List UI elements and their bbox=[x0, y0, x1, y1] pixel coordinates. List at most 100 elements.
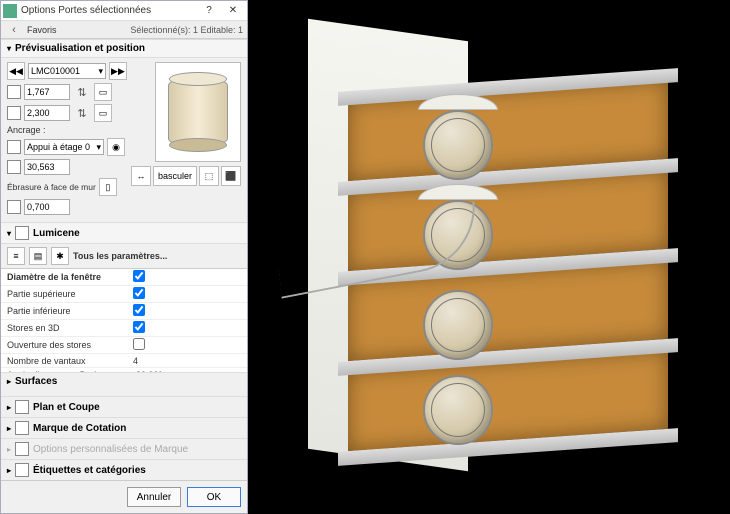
cancel-button[interactable]: Annuler bbox=[127, 487, 181, 507]
param-key: Diamètre de la fenêtre bbox=[1, 271, 129, 283]
section-surfaces[interactable]: ▸ Surfaces bbox=[1, 372, 247, 390]
balcony-4 bbox=[423, 110, 493, 180]
param-checkbox[interactable] bbox=[133, 287, 145, 299]
section-marque[interactable]: ▸ Marque de Cotation bbox=[1, 417, 247, 438]
ok-button[interactable]: OK bbox=[187, 487, 241, 507]
preview-toolbar: ↔ basculer ⬚ ⬛ bbox=[131, 166, 241, 186]
param-checkbox[interactable] bbox=[133, 338, 145, 350]
height-icon bbox=[7, 106, 21, 120]
balcony-1 bbox=[423, 375, 493, 445]
all-params-label[interactable]: Tous les paramètres... bbox=[73, 251, 167, 261]
nav-next-button[interactable]: ▶▶ bbox=[109, 62, 127, 80]
plan-icon bbox=[15, 400, 29, 414]
chain-icon[interactable]: ▭ bbox=[94, 83, 112, 101]
param-row[interactable]: Nombre de vantaux4 bbox=[1, 354, 247, 368]
view-mode-b-button[interactable]: ⬛ bbox=[221, 166, 241, 186]
marker-icon[interactable]: ◉ bbox=[107, 138, 125, 156]
appui-input[interactable] bbox=[24, 159, 70, 175]
favorites-label[interactable]: Favoris bbox=[27, 25, 57, 35]
param-value bbox=[129, 320, 247, 336]
param-btn-b[interactable]: ▤ bbox=[29, 247, 47, 265]
param-row[interactable]: Ouverture des stores bbox=[1, 337, 247, 354]
toolbar: ‹ Favoris Sélectionné(s): 1 Editable: 1 bbox=[1, 21, 247, 39]
options-panel: Options Portes sélectionnées ? ✕ ‹ Favor… bbox=[0, 0, 248, 514]
link-wh2-icon[interactable]: ⇅ bbox=[73, 104, 91, 122]
marque-icon bbox=[15, 421, 29, 435]
height-input[interactable] bbox=[24, 105, 70, 121]
param-row[interactable]: Partie inférieure bbox=[1, 303, 247, 320]
param-checkbox[interactable] bbox=[133, 321, 145, 333]
ancrage-label: Ancrage : bbox=[7, 125, 46, 135]
ebrasure-input[interactable] bbox=[24, 199, 70, 215]
building-model bbox=[308, 30, 668, 460]
param-value bbox=[129, 303, 247, 319]
expand-icon: ▸ bbox=[7, 403, 11, 412]
chevron-down-icon: ▾ bbox=[96, 142, 101, 153]
param-checkbox[interactable] bbox=[133, 270, 145, 282]
param-row[interactable]: Diamètre de la fenêtre bbox=[1, 269, 247, 286]
link-wh-icon[interactable]: ⇅ bbox=[73, 83, 91, 101]
viewport-3d[interactable] bbox=[248, 0, 730, 514]
width-icon bbox=[7, 85, 21, 99]
param-key: Partie inférieure bbox=[1, 305, 129, 317]
help-button[interactable]: ? bbox=[197, 2, 221, 20]
basculer-button[interactable]: basculer bbox=[153, 166, 197, 186]
ebrasure-mode-icon[interactable]: ▯ bbox=[99, 178, 117, 196]
etiquettes-icon bbox=[15, 463, 29, 477]
options-marque-icon bbox=[15, 442, 29, 456]
window-title: Options Portes sélectionnées bbox=[21, 5, 197, 16]
collapse-icon: ▾ bbox=[7, 229, 11, 238]
view-mode-a-button[interactable]: ⬚ bbox=[199, 166, 219, 186]
ebrasure-label: Ébrasure à face de mur bbox=[7, 182, 96, 192]
app-icon bbox=[3, 4, 17, 18]
param-key: Ouverture des stores bbox=[1, 339, 129, 351]
balcony-2 bbox=[423, 290, 493, 360]
section-lumicene-header[interactable]: ▾ Lumicene bbox=[1, 222, 247, 244]
param-key: Nombre de vantaux bbox=[1, 355, 129, 367]
nav-prev-button[interactable]: ◀◀ bbox=[7, 62, 25, 80]
object-id-dropdown[interactable]: LMC010001 ▾ bbox=[28, 63, 106, 79]
preview-content: ◀◀ LMC010001 ▾ ▶▶ ⇅ ▭ ⇅ ▭ Ancrage : bbox=[1, 58, 247, 222]
surfaces-label: Surfaces bbox=[15, 376, 57, 387]
marque-label: Marque de Cotation bbox=[33, 423, 126, 434]
param-list[interactable]: Diamètre de la fenêtre Partie supérieure P… bbox=[1, 269, 247, 372]
appui-val-icon bbox=[7, 160, 21, 174]
section-preview-title: Prévisualisation et position bbox=[15, 43, 145, 54]
section-lumicene-title: Lumicene bbox=[33, 228, 80, 239]
param-key: Stores en 3D bbox=[1, 322, 129, 334]
appui-dropdown[interactable]: Appui à étage 0 ▾ bbox=[24, 139, 104, 155]
selection-count: Sélectionné(s): 1 Editable: 1 bbox=[130, 25, 243, 35]
param-row[interactable]: Stores en 3D bbox=[1, 320, 247, 337]
object-id-value: LMC010001 bbox=[31, 66, 80, 76]
lumicene-icon bbox=[15, 226, 29, 240]
param-value bbox=[129, 337, 247, 353]
titlebar: Options Portes sélectionnées ? ✕ bbox=[1, 1, 247, 21]
ebrasure-icon bbox=[7, 200, 21, 214]
param-value bbox=[129, 286, 247, 302]
cylinder-preview-icon bbox=[168, 77, 228, 147]
etiquettes-label: Étiquettes et catégories bbox=[33, 465, 146, 476]
close-button[interactable]: ✕ bbox=[221, 2, 245, 20]
param-value bbox=[129, 269, 247, 285]
param-btn-a[interactable]: ≡ bbox=[7, 247, 25, 265]
section-etiquettes[interactable]: ▸ Étiquettes et catégories bbox=[1, 459, 247, 480]
expand-icon: ▸ bbox=[7, 466, 11, 475]
param-row[interactable]: Partie supérieure bbox=[1, 286, 247, 303]
expand-icon: ▸ bbox=[7, 424, 11, 433]
preview-3d bbox=[155, 62, 241, 162]
param-checkbox[interactable] bbox=[133, 304, 145, 316]
section-plan[interactable]: ▸ Plan et Coupe bbox=[1, 396, 247, 417]
param-btn-c[interactable]: ✱ bbox=[51, 247, 69, 265]
param-toolbar: ≡ ▤ ✱ Tous les paramètres... bbox=[1, 244, 247, 269]
section-preview-header[interactable]: ▾ Prévisualisation et position bbox=[1, 39, 247, 58]
chain2-icon[interactable]: ▭ bbox=[94, 104, 112, 122]
back-button[interactable]: ‹ bbox=[5, 21, 23, 39]
param-key: Partie supérieure bbox=[1, 288, 129, 300]
options-marque-label: Options personnalisées de Marque bbox=[33, 444, 188, 455]
dialog-footer: Annuler OK bbox=[1, 480, 247, 513]
param-value: 4 bbox=[129, 355, 247, 367]
appui-icon bbox=[7, 140, 21, 154]
width-input[interactable] bbox=[24, 84, 70, 100]
flip-h-button[interactable]: ↔ bbox=[131, 166, 151, 186]
expand-icon: ▸ bbox=[7, 445, 11, 454]
